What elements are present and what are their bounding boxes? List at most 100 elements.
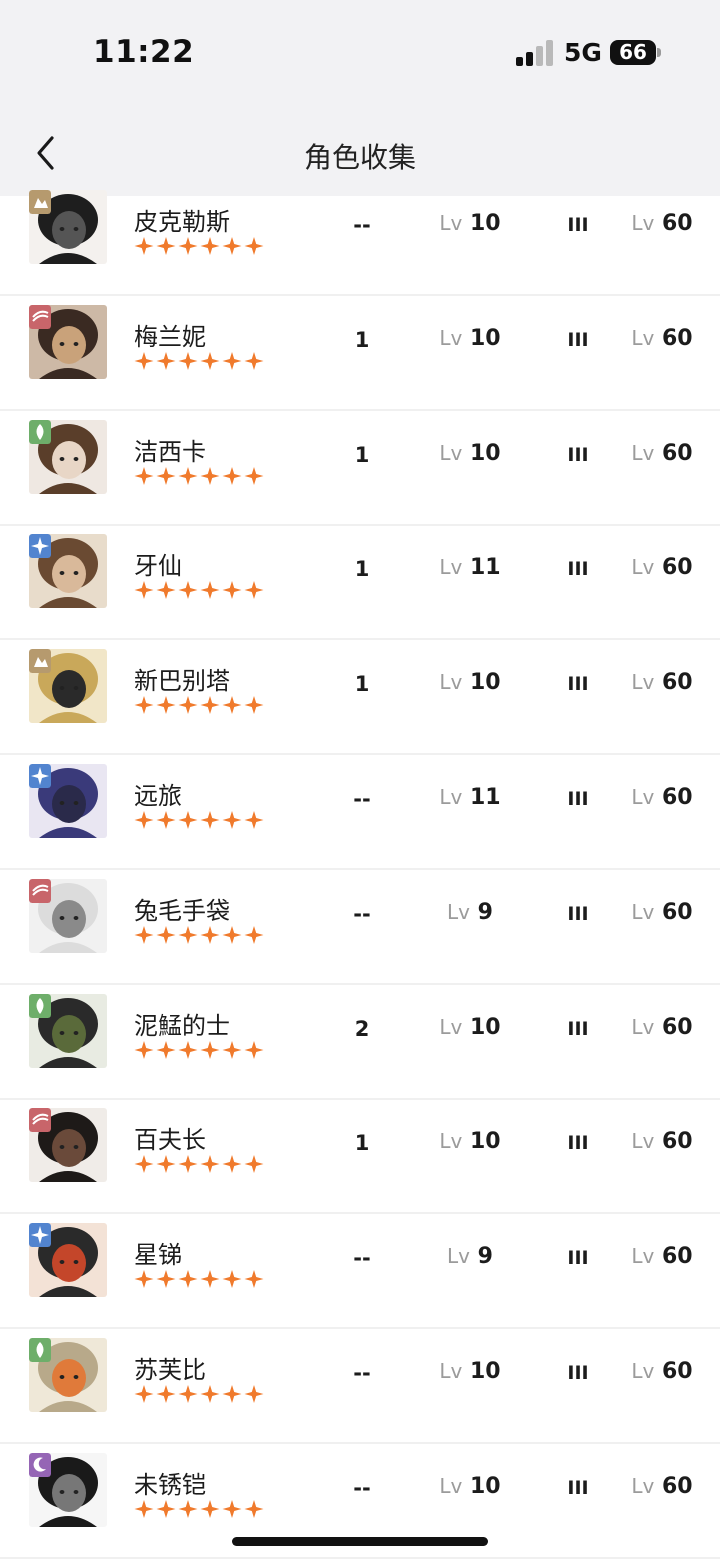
character-row[interactable]: 洁西卡 1 Lv 10 III Lv 60	[0, 412, 720, 526]
level-prefix: Lv	[439, 555, 463, 580]
star-icon	[200, 696, 220, 715]
star-icon	[244, 1155, 264, 1174]
character-rank: III	[567, 1362, 589, 1384]
level-prefix: Lv	[631, 211, 655, 235]
header-area: 11:22 5G 66 角色收集	[0, 0, 720, 196]
character-count: 1	[354, 442, 370, 467]
star-icon	[200, 811, 220, 829]
status-bar: 11:22 5G 66	[0, 0, 720, 100]
level-value: 10	[462, 1359, 501, 1384]
level-value: 10	[462, 1014, 501, 1040]
star-icon	[200, 466, 220, 485]
character-row[interactable]: 梅兰妮 1 Lv 10 III Lv 60	[0, 297, 720, 411]
rarity-stars	[133, 236, 265, 256]
character-row[interactable]: 百夫长 1 Lv 10 III Lv 60	[0, 1100, 720, 1215]
character-name: 泥鯭的士	[134, 1011, 230, 1040]
character-row[interactable]: 新巴别塔 1 Lv 10 III Lv 60	[0, 641, 720, 756]
rarity-stars	[133, 1384, 265, 1404]
character-rank: III	[567, 214, 589, 236]
level-prefix: Lv	[439, 1014, 463, 1039]
star-affinity-icon	[29, 534, 51, 559]
star-icon	[244, 1270, 264, 1289]
star-affinity-icon	[29, 1223, 51, 1248]
character-rank: III	[567, 1132, 589, 1155]
max-level-value: 60	[654, 440, 693, 466]
character-row[interactable]: 苏芙比 -- Lv 10 III Lv 60	[0, 1330, 720, 1444]
character-row[interactable]: 星锑 -- Lv 9 III Lv 60	[0, 1215, 720, 1330]
character-name: 星锑	[134, 1241, 182, 1270]
star-icon	[244, 1040, 264, 1059]
character-row[interactable]: 牙仙 1 Lv 11 III Lv 60	[0, 526, 720, 641]
character-count: --	[353, 1361, 371, 1385]
star-icon	[178, 1270, 198, 1289]
star-icon	[178, 581, 198, 600]
max-level-value: 60	[654, 1129, 693, 1155]
character-count: --	[353, 213, 371, 237]
character-row[interactable]: 泥鯭的士 2 Lv 10 III Lv 60	[0, 986, 720, 1100]
character-count: 1	[354, 327, 370, 352]
character-row[interactable]: 远旅 -- Lv 11 III Lv 60	[0, 756, 720, 870]
character-rank: III	[567, 558, 589, 581]
star-icon	[134, 581, 154, 600]
level-value: 9	[470, 1244, 493, 1270]
level-prefix: Lv	[439, 211, 463, 235]
page-title: 角色收集	[303, 141, 416, 174]
level-value: 11	[462, 785, 501, 810]
level-prefix: Lv	[439, 1359, 463, 1383]
star-icon	[222, 581, 242, 600]
max-level-value: 60	[654, 1473, 693, 1499]
max-level-value: 60	[654, 1359, 693, 1384]
level-value: 10	[462, 670, 501, 696]
level-value: 11	[462, 555, 501, 581]
character-level: Lv 9	[420, 900, 520, 925]
star-icon	[222, 1270, 242, 1289]
star-icon	[156, 811, 176, 829]
spirit-affinity-icon	[29, 1452, 51, 1477]
level-prefix: Lv	[631, 1129, 655, 1154]
character-row[interactable]: 皮克勒斯 -- Lv 10 III Lv 60	[0, 182, 720, 296]
character-max-level: Lv 60	[614, 441, 710, 466]
character-count: --	[353, 901, 371, 926]
star-icon	[222, 1155, 242, 1174]
character-level: Lv 10	[420, 1359, 520, 1384]
character-name: 皮克勒斯	[134, 208, 230, 236]
star-icon	[222, 351, 242, 370]
star-icon	[156, 1385, 176, 1403]
max-level-value: 60	[654, 670, 693, 696]
character-count: 1	[354, 557, 370, 582]
character-row[interactable]: 兔毛手袋 -- Lv 9 III Lv 60	[0, 871, 720, 985]
star-icon	[200, 925, 220, 944]
level-value: 10	[462, 1473, 501, 1499]
battery-icon: 66	[610, 40, 656, 65]
plant-affinity-icon	[29, 419, 51, 444]
level-value: 10	[462, 440, 501, 466]
plant-affinity-icon	[29, 993, 51, 1018]
character-max-level: Lv 60	[614, 1015, 710, 1040]
star-icon	[222, 1040, 242, 1059]
max-level-value: 60	[654, 325, 693, 351]
rarity-stars	[133, 466, 265, 486]
beast-affinity-icon	[29, 878, 51, 903]
character-level: Lv 11	[420, 555, 520, 580]
character-name: 洁西卡	[134, 437, 206, 466]
character-max-level: Lv 60	[614, 1129, 710, 1154]
star-icon	[134, 811, 154, 829]
status-time: 11:22	[93, 34, 195, 70]
star-icon	[134, 466, 154, 485]
rarity-stars	[133, 695, 265, 715]
character-name: 兔毛手袋	[134, 896, 230, 925]
character-max-level: Lv 60	[614, 555, 710, 580]
level-prefix: Lv	[439, 670, 463, 695]
character-rank: III	[567, 443, 589, 466]
star-icon	[244, 696, 264, 715]
star-icon	[134, 1155, 154, 1174]
level-prefix: Lv	[631, 440, 655, 465]
rarity-stars	[133, 1269, 265, 1289]
character-name: 梅兰妮	[134, 322, 206, 351]
star-icon	[222, 237, 242, 255]
star-icon	[222, 466, 242, 485]
star-icon	[134, 1385, 154, 1403]
character-count: 1	[354, 672, 370, 697]
character-count: --	[353, 1246, 371, 1271]
level-prefix: Lv	[631, 1473, 655, 1498]
